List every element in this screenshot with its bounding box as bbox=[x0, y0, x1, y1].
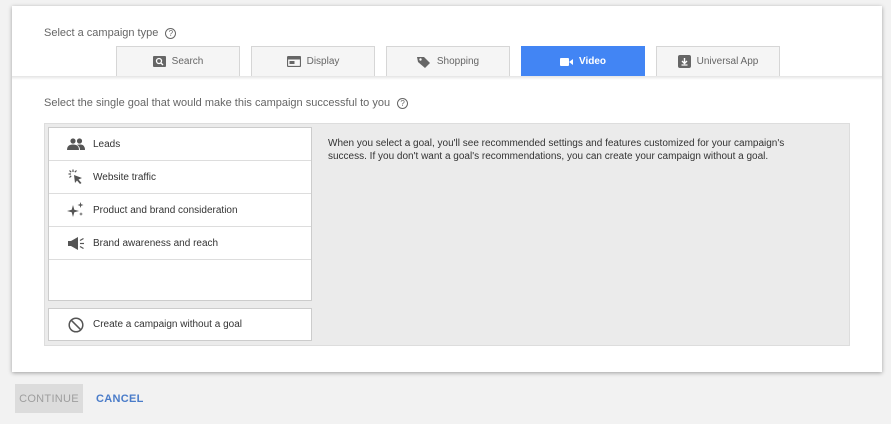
tab-universal-app[interactable]: Universal App bbox=[656, 46, 780, 76]
cancel-button[interactable]: CANCEL bbox=[96, 384, 144, 413]
goal-list: Leads Website traffic Product and brand … bbox=[48, 127, 312, 301]
tab-divider bbox=[12, 76, 882, 80]
tab-shopping[interactable]: Shopping bbox=[386, 46, 510, 76]
campaign-type-label: Select a campaign type ? bbox=[44, 27, 177, 39]
tab-search[interactable]: Search bbox=[116, 46, 240, 76]
continue-button[interactable]: CONTINUE bbox=[15, 384, 83, 413]
campaign-type-section: Select a campaign type ? Search Display bbox=[12, 6, 882, 76]
people-icon bbox=[67, 138, 85, 150]
search-icon bbox=[152, 56, 166, 67]
shopping-tag-icon bbox=[416, 56, 431, 68]
goal-item-website-traffic[interactable]: Website traffic bbox=[49, 161, 311, 194]
goal-selection-area: Leads Website traffic Product and brand … bbox=[44, 123, 850, 346]
cursor-click-icon bbox=[67, 169, 85, 185]
display-icon bbox=[286, 56, 301, 67]
goal-description: When you select a goal, you'll see recom… bbox=[328, 138, 785, 162]
megaphone-icon bbox=[67, 236, 85, 250]
campaign-card: Select a campaign type ? Search Display bbox=[12, 6, 882, 372]
tab-video[interactable]: Video bbox=[521, 46, 645, 76]
help-icon[interactable]: ? bbox=[165, 27, 177, 39]
no-goal-option[interactable]: Create a campaign without a goal bbox=[48, 308, 312, 341]
help-icon[interactable]: ? bbox=[397, 97, 409, 109]
goal-item-leads[interactable]: Leads bbox=[49, 128, 311, 161]
app-download-icon bbox=[677, 55, 691, 68]
sparkle-icon bbox=[67, 202, 85, 218]
tab-display[interactable]: Display bbox=[251, 46, 375, 76]
goal-label: Select the single goal that would make t… bbox=[44, 97, 409, 109]
video-camera-icon bbox=[559, 57, 573, 67]
campaign-type-tabs: Search Display Shopping Video Universal … bbox=[116, 46, 780, 76]
goal-item-brand-awareness-reach[interactable]: Brand awareness and reach bbox=[49, 227, 311, 260]
block-icon bbox=[67, 316, 85, 333]
goal-item-product-brand-consideration[interactable]: Product and brand consideration bbox=[49, 194, 311, 227]
